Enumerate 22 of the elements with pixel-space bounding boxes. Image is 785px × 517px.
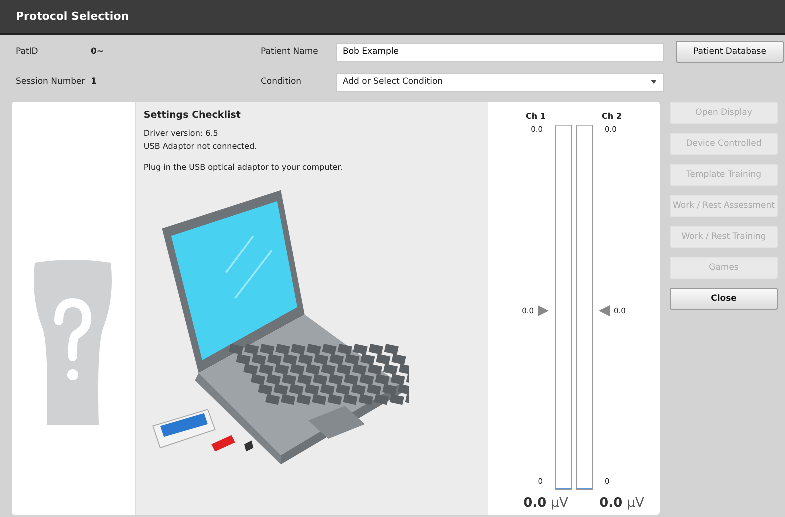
patient-name-field[interactable]: Bob Example xyxy=(336,42,664,62)
condition-label: Condition xyxy=(261,77,303,87)
session-number-label: Session Number xyxy=(16,77,86,87)
session-number-value: 1 xyxy=(91,77,98,87)
triangle-marker-icon[interactable] xyxy=(538,305,549,316)
triangle-marker-icon[interactable] xyxy=(599,305,610,316)
channel-label: Ch 1 xyxy=(526,112,546,121)
patient-database-button[interactable]: Patient Database xyxy=(676,41,784,63)
channel-reading: 0.0 μV xyxy=(522,496,568,511)
checklist-title: Settings Checklist xyxy=(144,110,242,121)
checklist-instruction: Plug in the USB optical adaptor to your computer. xyxy=(144,163,344,172)
window-title: Protocol Selection xyxy=(16,10,130,23)
patient-name-label: Patient Name xyxy=(261,47,320,57)
patid-value: 0~ xyxy=(91,47,106,57)
channel-label: Ch 2 xyxy=(602,112,622,121)
checklist-status-text: USB Adaptor not connected. xyxy=(144,142,258,151)
channel-reading: 0.0 μV xyxy=(598,496,644,511)
dropdown-arrow-icon xyxy=(651,80,657,84)
checklist-status-text: Driver version: 6.5 xyxy=(144,129,220,138)
patid-label: PatID xyxy=(16,47,40,57)
protocol-button[interactable]: Close xyxy=(670,288,778,310)
condition-dropdown[interactable]: Add or Select Condition xyxy=(336,72,664,92)
